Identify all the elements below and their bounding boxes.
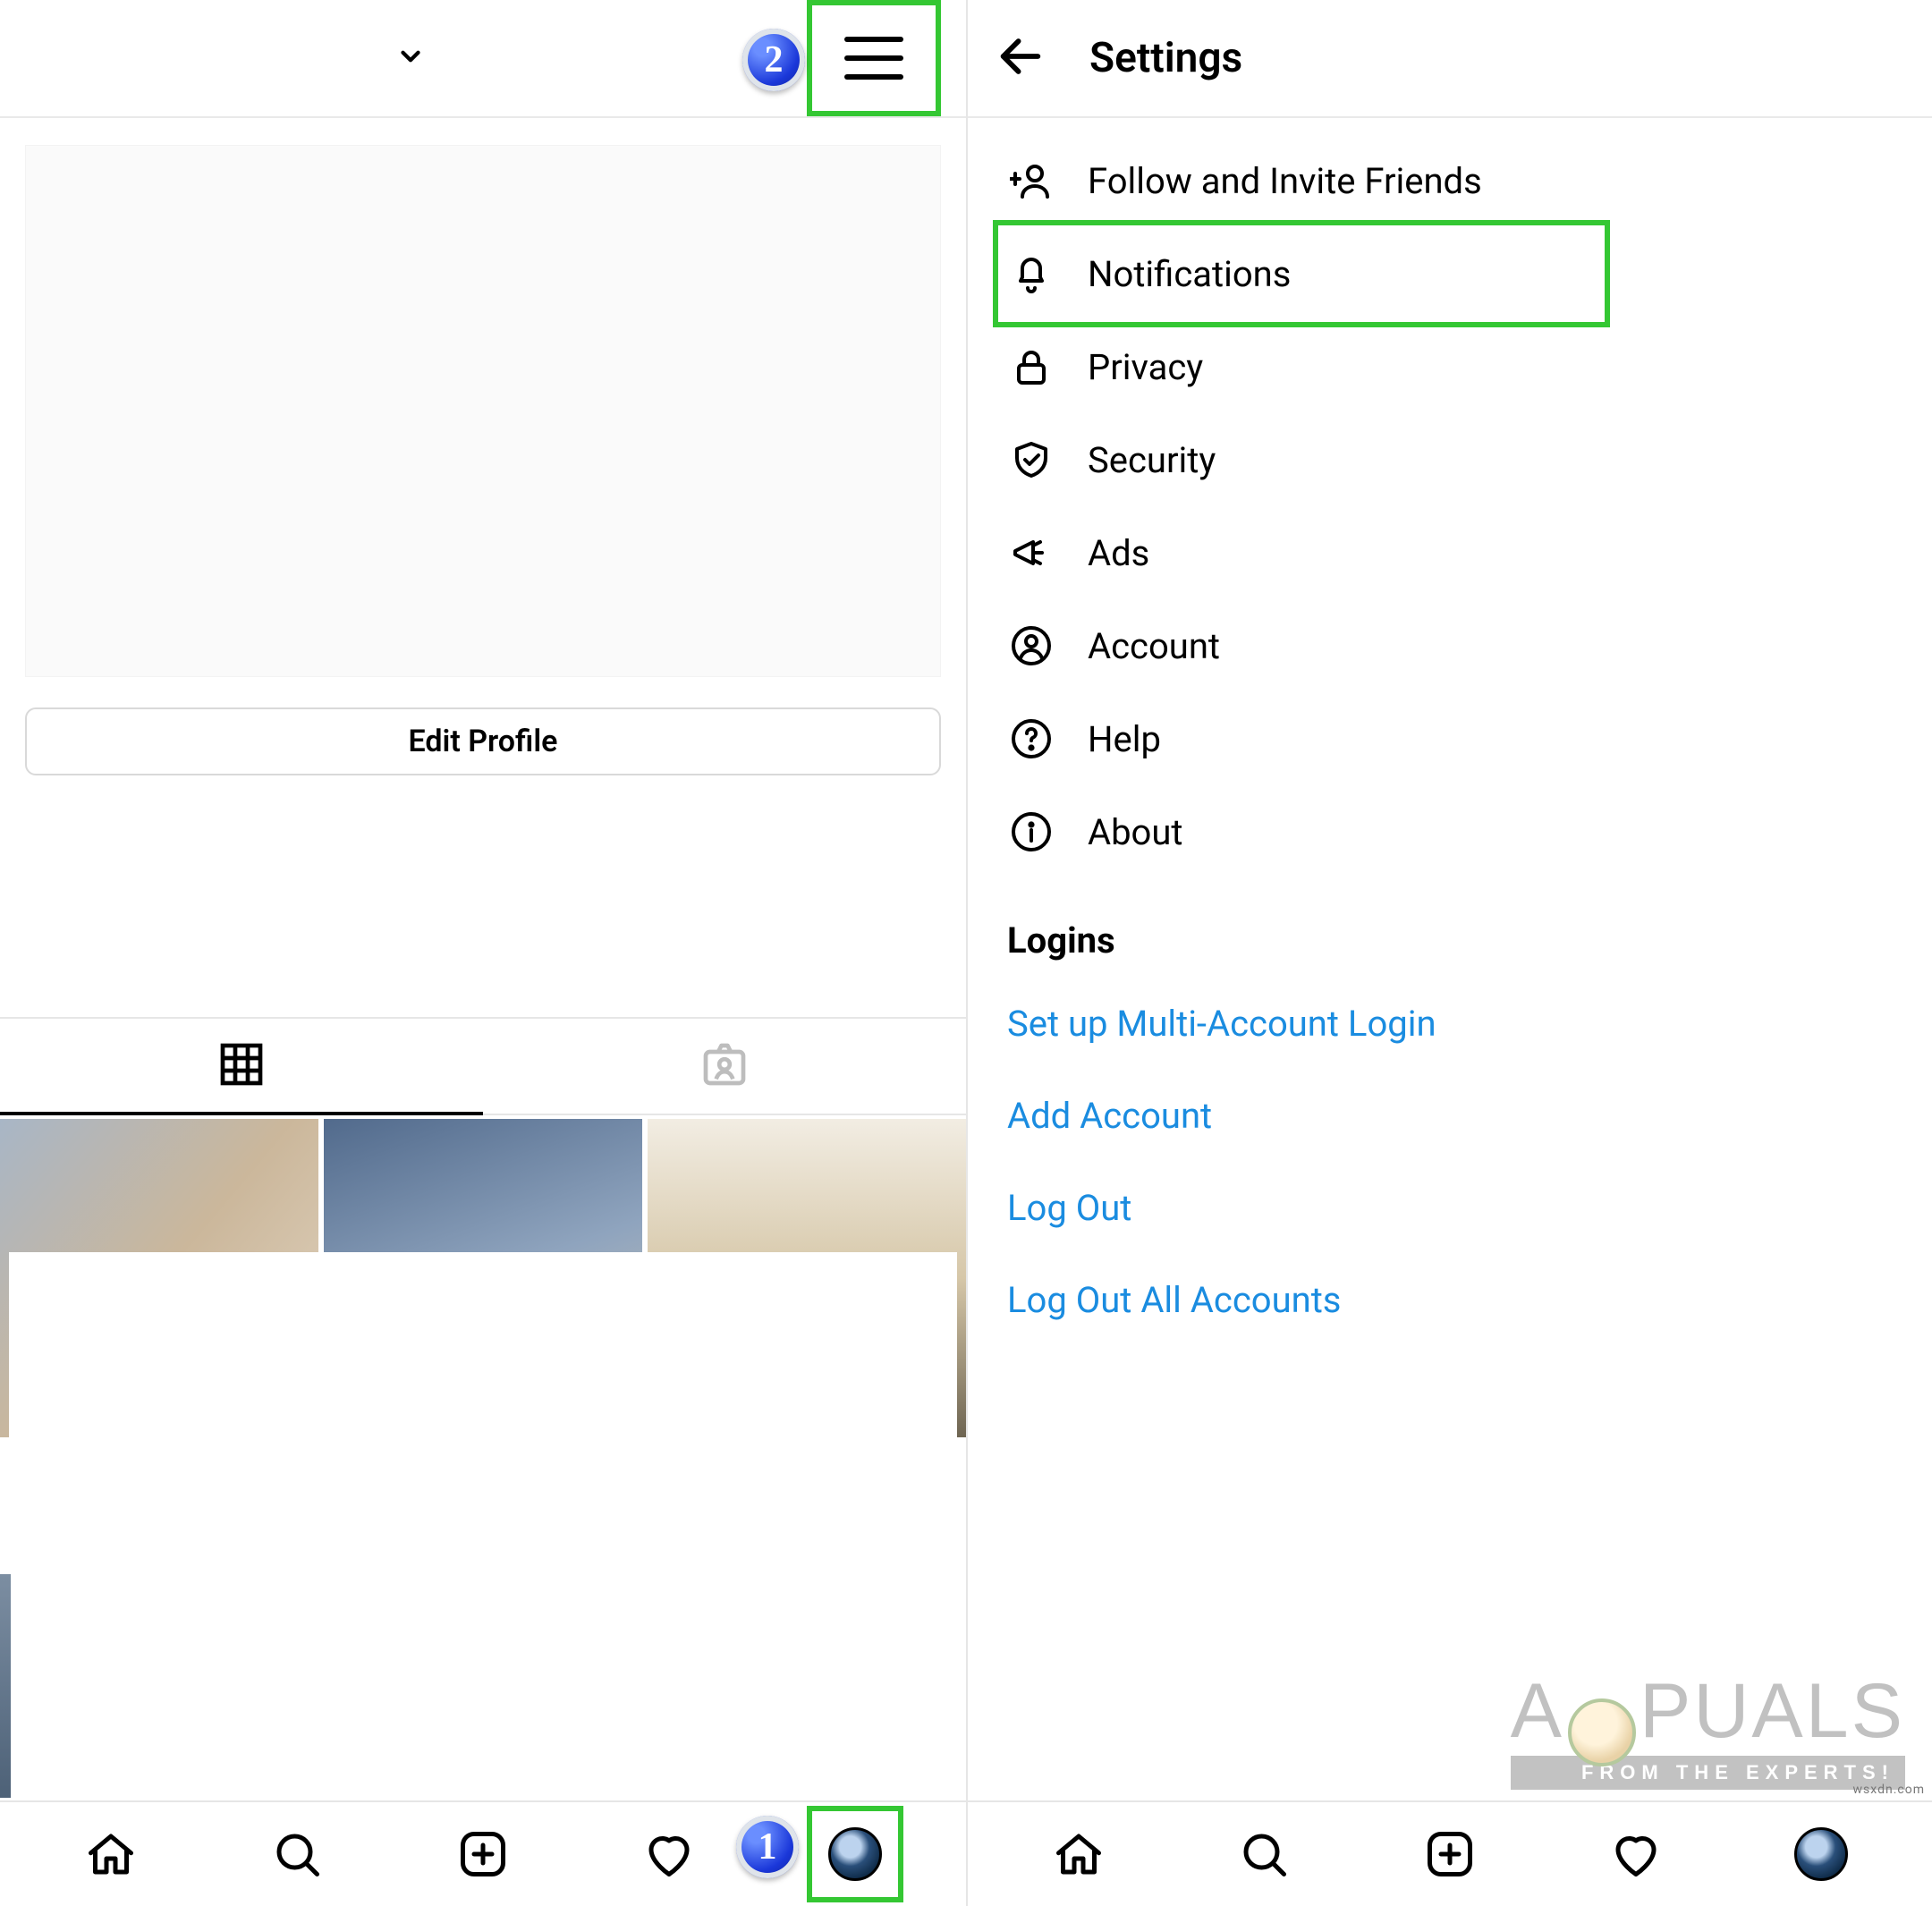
watermark-text: A [1511,1667,1564,1756]
grid-icon [216,1039,267,1093]
username-label [25,34,383,82]
link-log-out-all[interactable]: Log Out All Accounts [968,1254,1932,1346]
settings-item-about[interactable]: About [968,785,1932,878]
nav-activity[interactable] [621,1806,717,1902]
post-thumbnail[interactable] [0,1574,11,1798]
settings-item-label: Privacy [1088,346,1203,388]
edit-profile-button[interactable]: Edit Profile [25,707,941,775]
redaction-overlay [9,1252,957,1780]
bell-icon [1007,252,1055,295]
settings-item-label: Security [1088,439,1216,481]
settings-item-label: About [1088,811,1183,853]
nav-profile[interactable] [807,1806,903,1902]
nav-search[interactable] [249,1806,345,1902]
tagged-icon [699,1039,750,1093]
settings-item-security[interactable]: Security [968,413,1932,506]
nav-profile[interactable] [1773,1806,1869,1902]
settings-list: Follow and Invite Friends Notifications [968,118,1932,1346]
watermark-tagline: FROM THE EXPERTS! [1511,1756,1905,1790]
nav-create[interactable] [435,1806,531,1902]
chevron-down-icon [395,35,426,81]
settings-item-label: Account [1088,625,1220,667]
info-icon [1007,810,1055,853]
add-person-icon [1007,159,1055,202]
watermark: A PUALS FROM THE EXPERTS! [1511,1667,1905,1790]
profile-topbar [0,0,966,118]
annotation-highlight [993,220,1610,327]
settings-item-follow-invite[interactable]: Follow and Invite Friends [968,134,1932,227]
settings-item-label: Ads [1088,532,1149,574]
settings-item-ads[interactable]: Ads [968,506,1932,599]
profile-stats-card [25,145,941,677]
annotation-step-2: 2 [742,29,805,91]
profile-screen: 2 Edit Profile [0,0,966,1906]
account-icon [1007,624,1055,667]
settings-topbar: Settings [968,0,1932,118]
lock-icon [1007,345,1055,388]
section-header-logins: Logins [968,878,1932,978]
nav-search[interactable] [1216,1806,1312,1902]
menu-button[interactable] [807,0,941,116]
settings-item-privacy[interactable]: Privacy [968,320,1932,413]
watermark-text: PUALS [1640,1667,1905,1756]
settings-item-help[interactable]: Help [968,692,1932,785]
annotation-step-1: 1 [736,1816,799,1878]
settings-item-notifications[interactable]: Notifications [968,227,1932,320]
credit-text: wsxdn.com [1853,1783,1925,1797]
avatar [1794,1827,1848,1881]
settings-screen: Settings Follow and Invite Friends [966,0,1932,1906]
link-setup-multi-account[interactable]: Set up Multi-Account Login [968,978,1932,1070]
shield-icon [1007,438,1055,481]
bottom-nav [968,1800,1932,1906]
settings-item-account[interactable]: Account [968,599,1932,692]
page-title: Settings [1089,34,1242,82]
tab-grid[interactable] [0,1019,483,1114]
username-switcher[interactable] [25,34,426,82]
hamburger-icon [844,37,903,80]
settings-item-label: Help [1088,718,1161,760]
back-button[interactable] [995,30,1046,86]
link-add-account[interactable]: Add Account [968,1070,1932,1162]
bottom-nav [0,1800,966,1906]
nav-create[interactable] [1402,1806,1498,1902]
megaphone-icon [1007,531,1055,574]
settings-item-label: Notifications [1088,253,1291,295]
profile-tabs [0,1017,966,1115]
avatar [828,1827,882,1881]
settings-item-label: Follow and Invite Friends [1088,160,1482,202]
nav-home[interactable] [63,1806,159,1902]
tab-tagged[interactable] [483,1019,966,1114]
nav-home[interactable] [1030,1806,1127,1902]
watermark-mascot-icon [1568,1698,1636,1766]
nav-activity[interactable] [1588,1806,1684,1902]
help-icon [1007,717,1055,760]
link-log-out[interactable]: Log Out [968,1162,1932,1254]
